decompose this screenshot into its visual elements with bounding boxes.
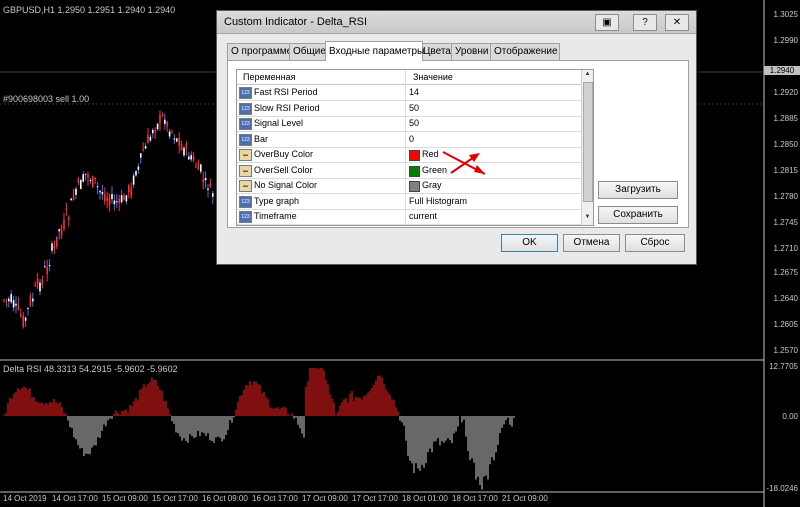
order-label: #900698003 sell 1.00 xyxy=(3,94,90,104)
time-tick: 17 Oct 17:00 xyxy=(352,494,398,503)
price-tick: 1.2640 xyxy=(773,294,798,303)
time-tick: 14 Oct 17:00 xyxy=(52,494,98,503)
price-tick: 1.2675 xyxy=(773,268,798,277)
current-price-marker: 1.2940 xyxy=(764,66,800,75)
time-tick: 17 Oct 09:00 xyxy=(302,494,348,503)
price-tick: 1.2605 xyxy=(773,320,798,329)
sub-axis-min: -18.0246 xyxy=(766,484,798,493)
time-tick: 16 Oct 09:00 xyxy=(202,494,248,503)
tab-inputs[interactable]: Входные параметры xyxy=(325,41,424,61)
price-tick: 1.2710 xyxy=(773,244,798,253)
time-tick: 14 Oct 2019 xyxy=(3,494,47,503)
price-tick: 1.2815 xyxy=(773,166,798,175)
price-tick: 1.2780 xyxy=(773,192,798,201)
sub-axis-max: 12.7705 xyxy=(769,362,798,371)
red-arrow-annotation xyxy=(442,151,486,175)
time-tick: 21 Oct 09:00 xyxy=(502,494,548,503)
time-tick: 18 Oct 17:00 xyxy=(452,494,498,503)
price-tick: 1.2990 xyxy=(773,36,798,45)
custom-indicator-dialog: Custom Indicator - Delta_RSI ▣ ? ✕ О про… xyxy=(216,10,697,265)
time-tick: 18 Oct 01:00 xyxy=(402,494,448,503)
price-tick: 1.2850 xyxy=(773,140,798,149)
symbol-info: GBPUSD,H1 1.2950 1.2951 1.2940 1.2940 xyxy=(3,5,176,15)
time-tick: 15 Oct 17:00 xyxy=(152,494,198,503)
indicator-info: Delta RSI 48.3313 54.2915 -5.9602 -5.960… xyxy=(3,364,178,374)
price-tick: 1.3025 xyxy=(773,10,798,19)
price-tick: 1.2920 xyxy=(773,88,798,97)
price-tick: 1.2570 xyxy=(773,346,798,355)
price-tick: 1.2745 xyxy=(773,218,798,227)
price-tick: 1.2885 xyxy=(773,114,798,123)
sub-axis-zero: 0.00 xyxy=(782,412,798,421)
time-tick: 15 Oct 09:00 xyxy=(102,494,148,503)
time-tick: 16 Oct 17:00 xyxy=(252,494,298,503)
